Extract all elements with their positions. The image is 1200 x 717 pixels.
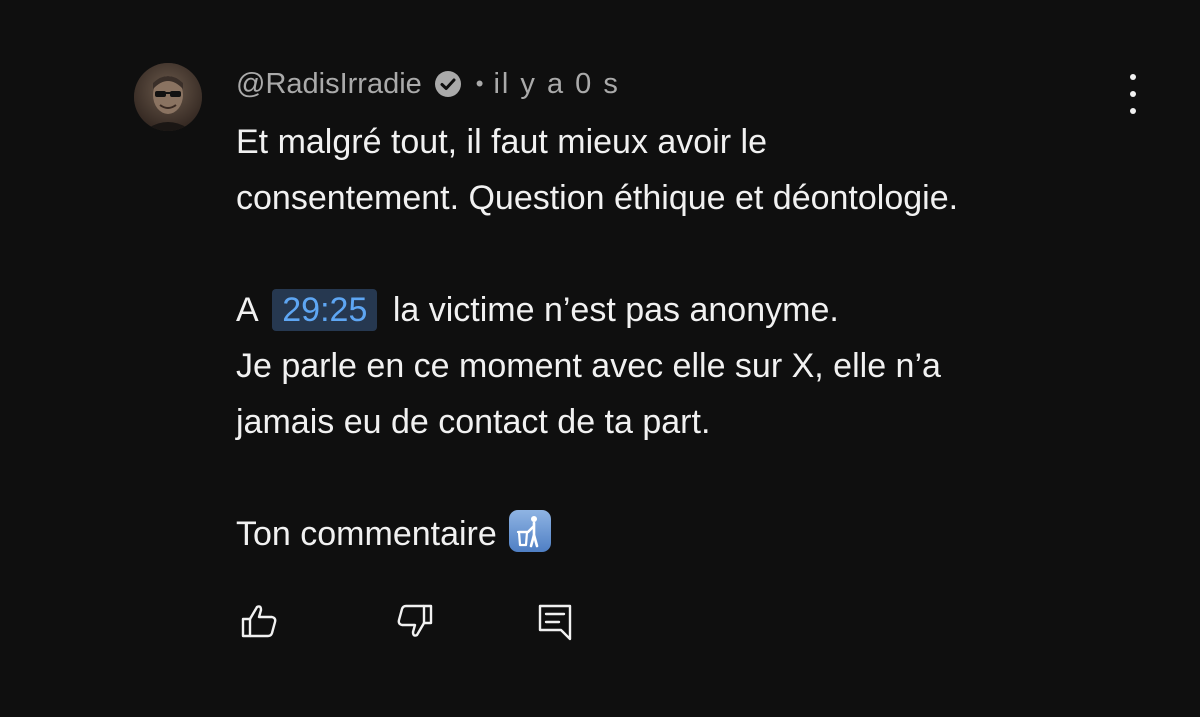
avatar[interactable] [134,63,202,131]
timestamp-link[interactable]: 29:25 [272,289,378,331]
comment-line: jamais eu de contact de ta part. [236,403,711,441]
thumbs-down-icon [397,604,433,637]
comment-body: Et malgré tout, il faut mieux avoir le c… [236,114,1136,562]
menu-dot [1130,91,1136,97]
comment-time[interactable]: il y a 0 s [493,68,619,101]
comment-line: consentement. Question éthique et déonto… [236,179,959,217]
avatar-image [134,63,202,131]
reply-button[interactable] [532,598,578,644]
more-vertical-icon[interactable] [1120,74,1146,114]
comment-line: Et malgré tout, il faut mieux avoir le [236,123,768,161]
comment-line: A 29:25 la victime n’est pas anonyme. [236,282,1136,338]
thumbs-up-icon [241,605,277,638]
meta-separator: • [475,71,484,96]
timestamp-suffix: la victime n’est pas anonyme. [392,291,839,329]
comment-line: Ton commentaire [236,506,1136,562]
comment-header: @RadisIrradie • il y a 0 s [236,64,620,104]
like-button[interactable] [236,598,282,644]
litter-in-bin-sign-emoji [507,508,553,554]
comment-card: @RadisIrradie • il y a 0 s Et malgré tou… [0,0,1200,717]
timestamp-prefix: A [236,291,257,329]
menu-dot [1130,74,1136,80]
verified-check-icon [434,70,462,98]
reply-comment-icon [538,604,572,641]
closing-text: Ton commentaire [236,515,497,553]
author-name[interactable]: @RadisIrradie [236,68,422,101]
comment-actions [236,598,636,644]
comment-line: Je parle en ce moment avec elle sur X, e… [236,347,941,385]
dislike-button[interactable] [392,598,438,644]
